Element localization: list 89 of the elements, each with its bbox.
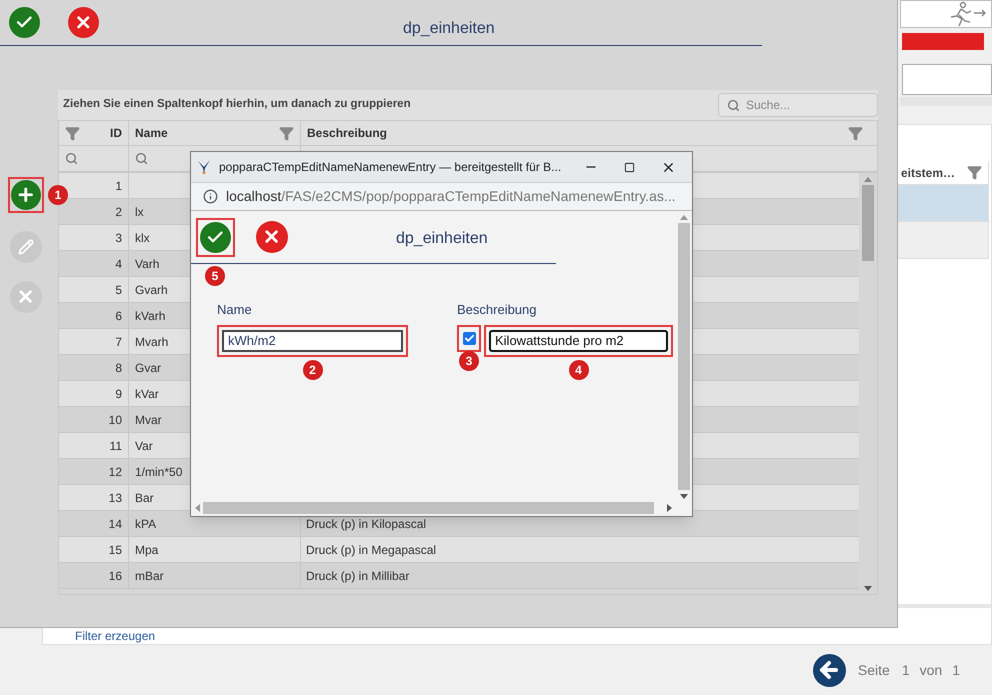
name-cell-text: kVarh <box>135 308 166 324</box>
id-cell-text: 15 <box>108 542 122 558</box>
name-cell-text: Gvarh <box>135 282 168 298</box>
id-cell-text: 8 <box>115 360 122 376</box>
search-input[interactable]: Suche... <box>746 94 877 116</box>
name-cell-text: Bar <box>135 490 154 506</box>
checkbox[interactable] <box>462 332 476 344</box>
name-cell-text: Mvar <box>135 412 162 428</box>
plus-icon <box>16 185 36 205</box>
text-field[interactable] <box>902 64 992 95</box>
scroll-down-icon[interactable] <box>680 494 688 499</box>
callout-number: 5 <box>205 266 225 286</box>
scroll-thumb[interactable] <box>203 502 654 514</box>
page-total: 1 <box>952 660 960 680</box>
name-cell-text: Mpa <box>135 542 158 558</box>
scroll-thumb[interactable] <box>678 223 690 490</box>
description-cell-text: Druck (p) in Megapascal <box>306 542 436 558</box>
id-cell-text: 10 <box>108 412 122 428</box>
pencil-icon <box>18 239 34 255</box>
scrollbar[interactable] <box>191 500 676 516</box>
id-cell-text: 16 <box>108 568 122 584</box>
callout-number: 2 <box>302 360 322 380</box>
back-button[interactable] <box>812 654 846 686</box>
info-icon <box>203 189 218 204</box>
id-cell-text: 14 <box>108 516 122 532</box>
id-cell-text: 11 <box>110 438 122 454</box>
page-of: von <box>920 660 942 680</box>
window-title: popparaCTempEditNameNamenewEntry — bereitgestellt für B... <box>219 159 562 176</box>
filter-icon[interactable] <box>65 126 80 140</box>
id-cell-text: 3 <box>115 230 122 246</box>
search-field[interactable]: Suche... <box>718 93 878 117</box>
scroll-right-icon[interactable] <box>667 504 672 512</box>
id-cell-text: 12 <box>108 464 122 480</box>
exit-button[interactable] <box>900 0 992 28</box>
id-cell-text: 9 <box>115 386 122 402</box>
description-cell-text: Druck (p) in Millibar <box>306 568 410 584</box>
description-cell-text: Druck (p) in Kilopascal <box>306 516 426 532</box>
filter-icon[interactable] <box>967 165 982 180</box>
scroll-thumb[interactable] <box>862 185 874 261</box>
column-header[interactable]: ID <box>110 124 122 142</box>
app-logo-icon <box>197 159 211 175</box>
scrollbar[interactable] <box>676 211 692 501</box>
id-cell-text: 4 <box>115 256 122 272</box>
id-cell-text: 1 <box>115 178 122 194</box>
callout-number: 3 <box>459 350 479 370</box>
confirm-button[interactable] <box>9 7 40 38</box>
field-label: Name <box>217 301 253 319</box>
text-field[interactable]: kWh/m2 <box>222 330 403 352</box>
callout-number: 4 <box>568 360 588 380</box>
search-icon[interactable] <box>135 152 148 165</box>
name-cell-text: Gvar <box>135 360 162 376</box>
search-icon <box>727 98 740 112</box>
search-icon[interactable] <box>65 152 78 165</box>
scroll-up-icon[interactable] <box>680 215 688 220</box>
filter-link[interactable]: Filter erzeugen <box>75 629 156 643</box>
filter-icon[interactable] <box>848 126 863 140</box>
column-header[interactable]: Beschreibung <box>307 124 388 142</box>
scroll-down-icon[interactable] <box>864 586 872 591</box>
form-title: dp_einheiten <box>396 229 488 249</box>
id-cell-text: 6 <box>115 308 122 324</box>
column-header[interactable]: eitstem… <box>900 164 955 182</box>
id-cell-text: 5 <box>115 282 122 298</box>
scroll-up-icon[interactable] <box>864 177 872 182</box>
name-cell-text: Varh <box>135 256 160 272</box>
id-cell-text: 7 <box>115 334 122 350</box>
maximize-icon[interactable] <box>624 162 635 172</box>
page-label: Seite <box>858 660 890 680</box>
name-cell-text: Mvarh <box>135 334 168 350</box>
id-cell-text: 13 <box>108 490 122 506</box>
cancel-button[interactable] <box>68 7 99 38</box>
name-cell-text: mBar <box>135 568 164 584</box>
field-label: Beschreibung <box>457 301 538 319</box>
id-cell-text: 2 <box>115 204 122 220</box>
column-header[interactable]: Name <box>135 124 168 142</box>
group-hint: Ziehen Sie einen Spaltenkopf hierhin, um danach zu gruppieren <box>63 97 411 112</box>
text-field[interactable]: Kilowattstunde pro m2 <box>489 330 668 352</box>
dialog-title: dp_einheiten <box>403 19 495 39</box>
name-cell-text: klx <box>135 230 150 246</box>
name-cell-text: lx <box>135 204 144 220</box>
callout-number: 1 <box>48 185 68 205</box>
name-cell-text: kVar <box>135 386 159 402</box>
url-text: localhost/FAS/e2CMS/pop/popparaCTempEditNameNamenewEntry.as... <box>226 187 676 206</box>
name-cell-text: kPA <box>135 516 156 532</box>
scroll-left-icon[interactable] <box>195 504 200 512</box>
page-number: 1 <box>902 660 910 680</box>
name-cell-text: 1/min*50 <box>135 464 182 480</box>
filter-icon[interactable] <box>279 126 294 140</box>
name-cell-text: Var <box>135 438 153 454</box>
cancel-button[interactable] <box>256 221 288 253</box>
